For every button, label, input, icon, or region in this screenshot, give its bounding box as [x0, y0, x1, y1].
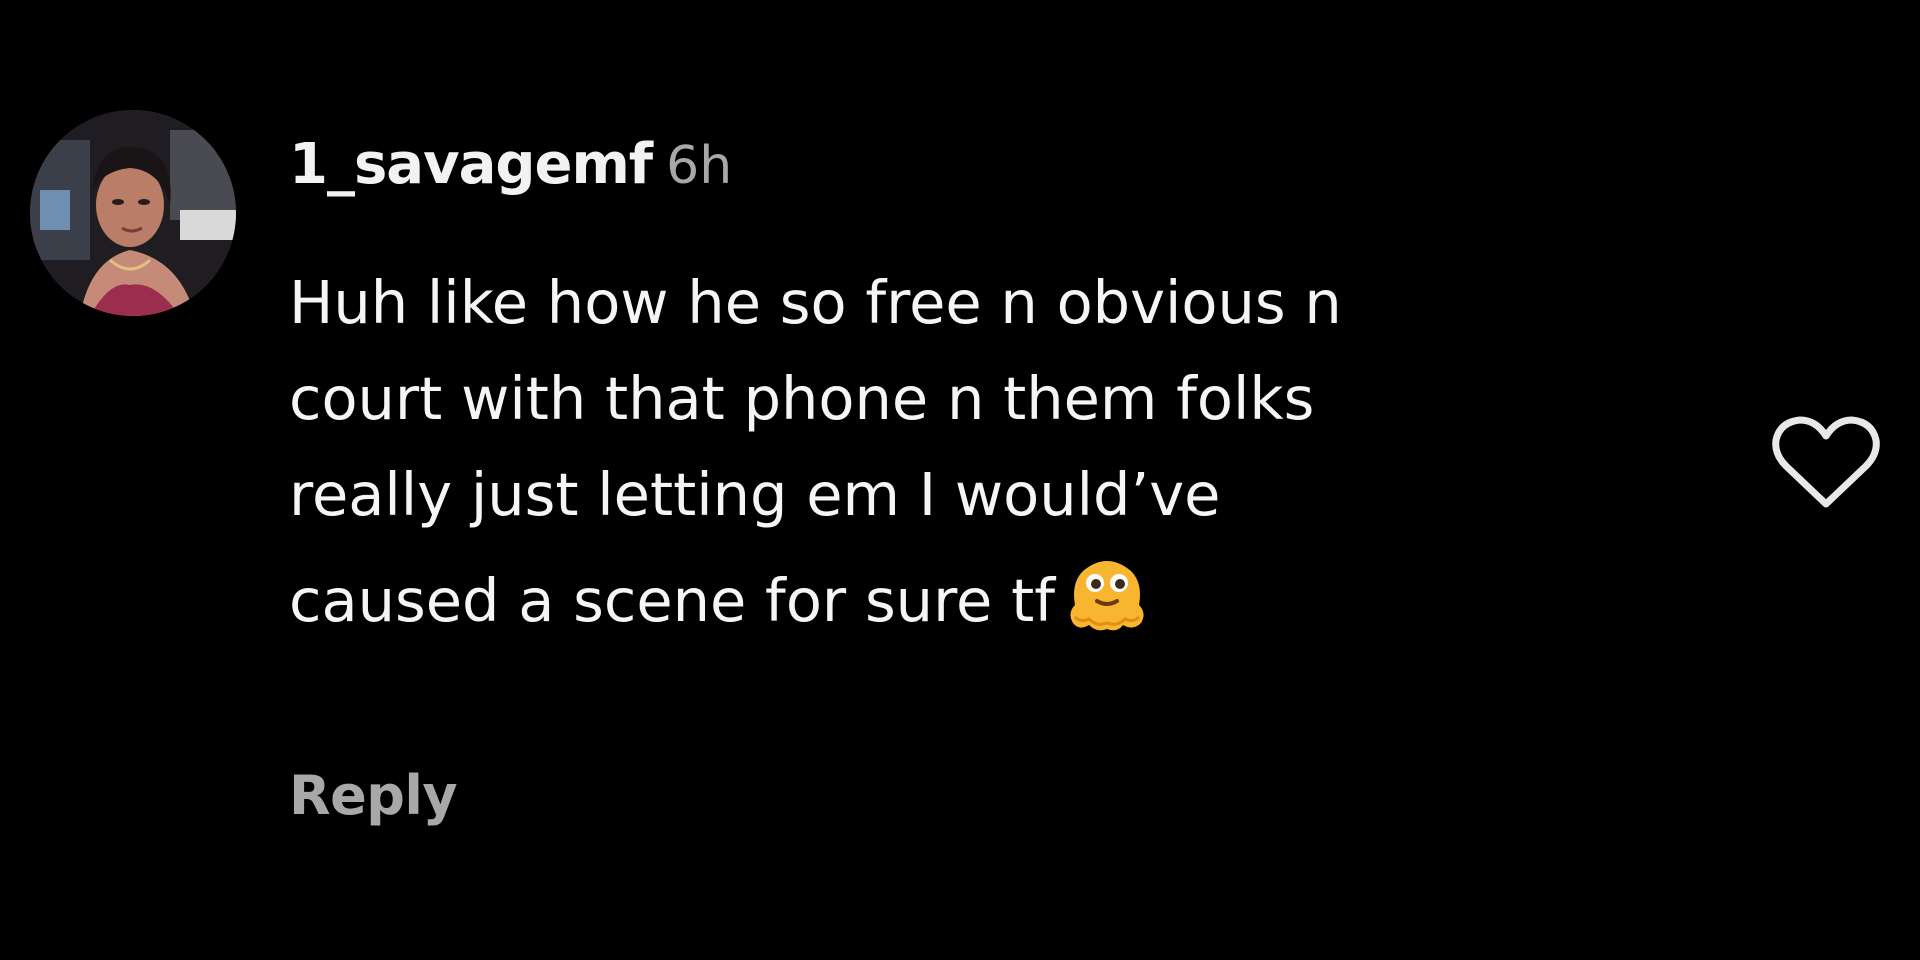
comment-text-line: really just letting em I would’ve	[289, 460, 1221, 529]
comment: 1_savagemf 6h Huh like how he so free n …	[0, 0, 1920, 960]
melting-face-emoji	[1070, 561, 1144, 631]
username[interactable]: 1_savagemf	[289, 132, 653, 197]
comment-text-line: Huh like how he so free n obvious n	[289, 268, 1342, 337]
timestamp: 6h	[666, 136, 733, 196]
avatar[interactable]	[30, 110, 236, 316]
comment-text: Huh like how he so free n obvious n cour…	[289, 255, 1739, 639]
comment-text-line: caused a scene for sure tf	[289, 566, 1055, 635]
avatar-photo	[30, 110, 236, 316]
heart-outline-icon[interactable]	[1770, 412, 1882, 514]
comment-text-line: court with that phone n them folks	[289, 364, 1315, 433]
comment-text-line-last: caused a scene for sure tf	[289, 543, 1739, 639]
comment-header: 1_savagemf 6h	[289, 132, 732, 212]
reply-button[interactable]: Reply	[289, 764, 458, 827]
